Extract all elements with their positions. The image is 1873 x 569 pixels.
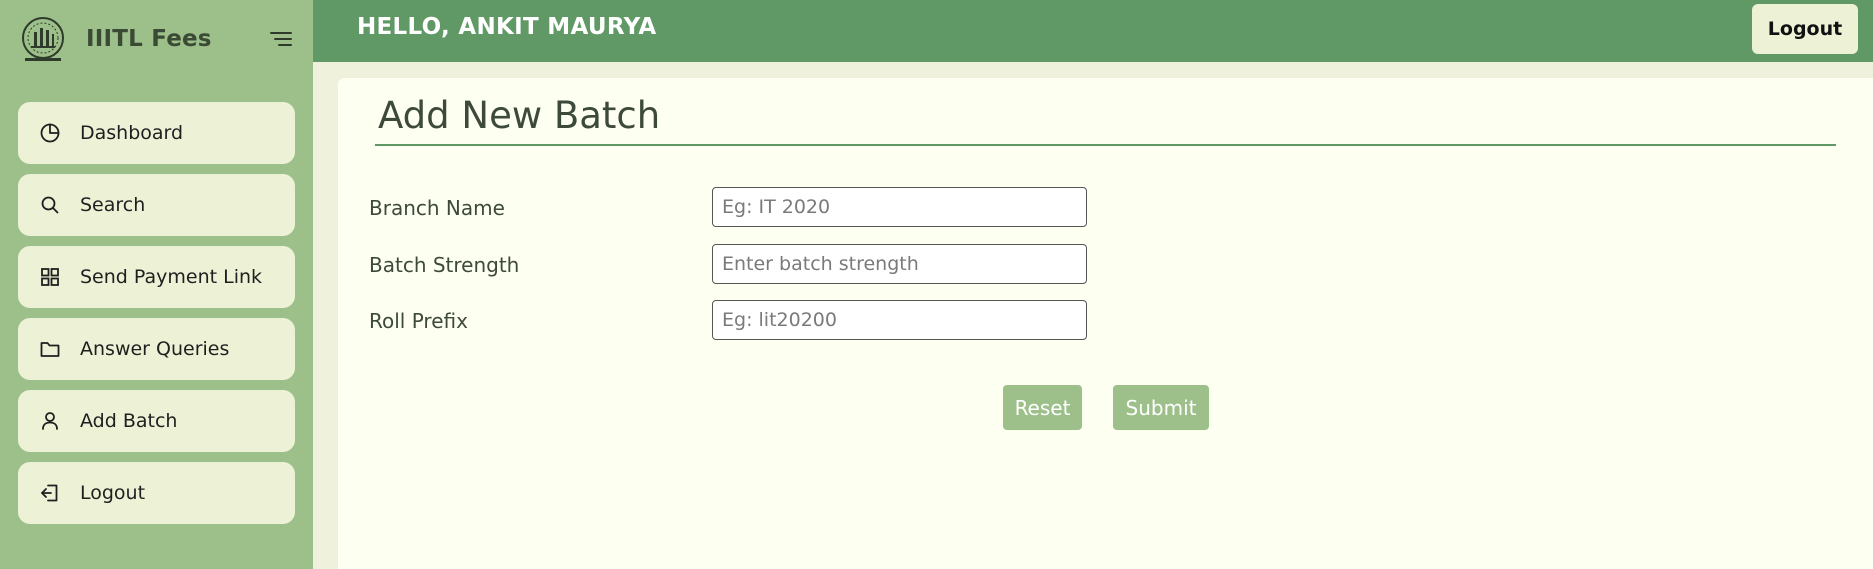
sidebar-item-answer-queries[interactable]: Answer Queries [18,318,295,380]
sidebar-item-label: Logout [80,482,146,504]
sidebar-nav: Dashboard Search Send Payment Link Answe… [18,102,295,534]
batch-strength-input[interactable] [712,244,1087,284]
branch-name-input[interactable] [712,187,1087,227]
sidebar-item-label: Answer Queries [80,338,230,360]
sidebar-item-label: Search [80,194,146,216]
branch-name-label: Branch Name [369,196,505,220]
sidebar-item-label: Dashboard [80,122,184,144]
roll-prefix-row: Roll Prefix [369,300,1129,340]
sidebar-item-label: Send Payment Link [80,266,263,288]
brand: IIITL Fees [18,14,212,64]
sidebar-item-logout[interactable]: Logout [18,462,295,524]
sidebar-item-add-batch[interactable]: Add Batch [18,390,295,452]
sidebar-item-label: Add Batch [80,410,178,432]
main-content: Add New Batch Branch Name Batch Strength… [338,78,1873,569]
roll-prefix-label: Roll Prefix [369,309,468,333]
batch-strength-label: Batch Strength [369,253,520,277]
pie-chart-icon [38,121,62,145]
submit-button[interactable]: Submit [1113,385,1209,430]
roll-prefix-input[interactable] [712,300,1087,340]
logout-button[interactable]: Logout [1752,4,1858,54]
folder-icon [38,337,62,361]
menu-toggle-icon[interactable] [268,28,294,50]
sidebar-item-search[interactable]: Search [18,174,295,236]
sidebar: IIITL Fees Dashboard Search Send Payment… [0,0,313,569]
user-icon [38,409,62,433]
page-title: Add New Batch [378,94,661,137]
branch-name-row: Branch Name [369,187,1129,227]
batch-strength-row: Batch Strength [369,244,1129,284]
sidebar-item-dashboard[interactable]: Dashboard [18,102,295,164]
greeting-text: HELLO, ANKIT MAURYA [357,14,657,40]
top-header: HELLO, ANKIT MAURYA Logout [313,0,1873,62]
search-icon [38,193,62,217]
logout-icon [38,481,62,505]
grid-icon [38,265,62,289]
reset-button[interactable]: Reset [1003,385,1082,430]
sidebar-item-send-payment-link[interactable]: Send Payment Link [18,246,295,308]
title-divider [375,144,1836,146]
app-title: IIITL Fees [86,26,212,52]
institute-logo [18,16,68,62]
